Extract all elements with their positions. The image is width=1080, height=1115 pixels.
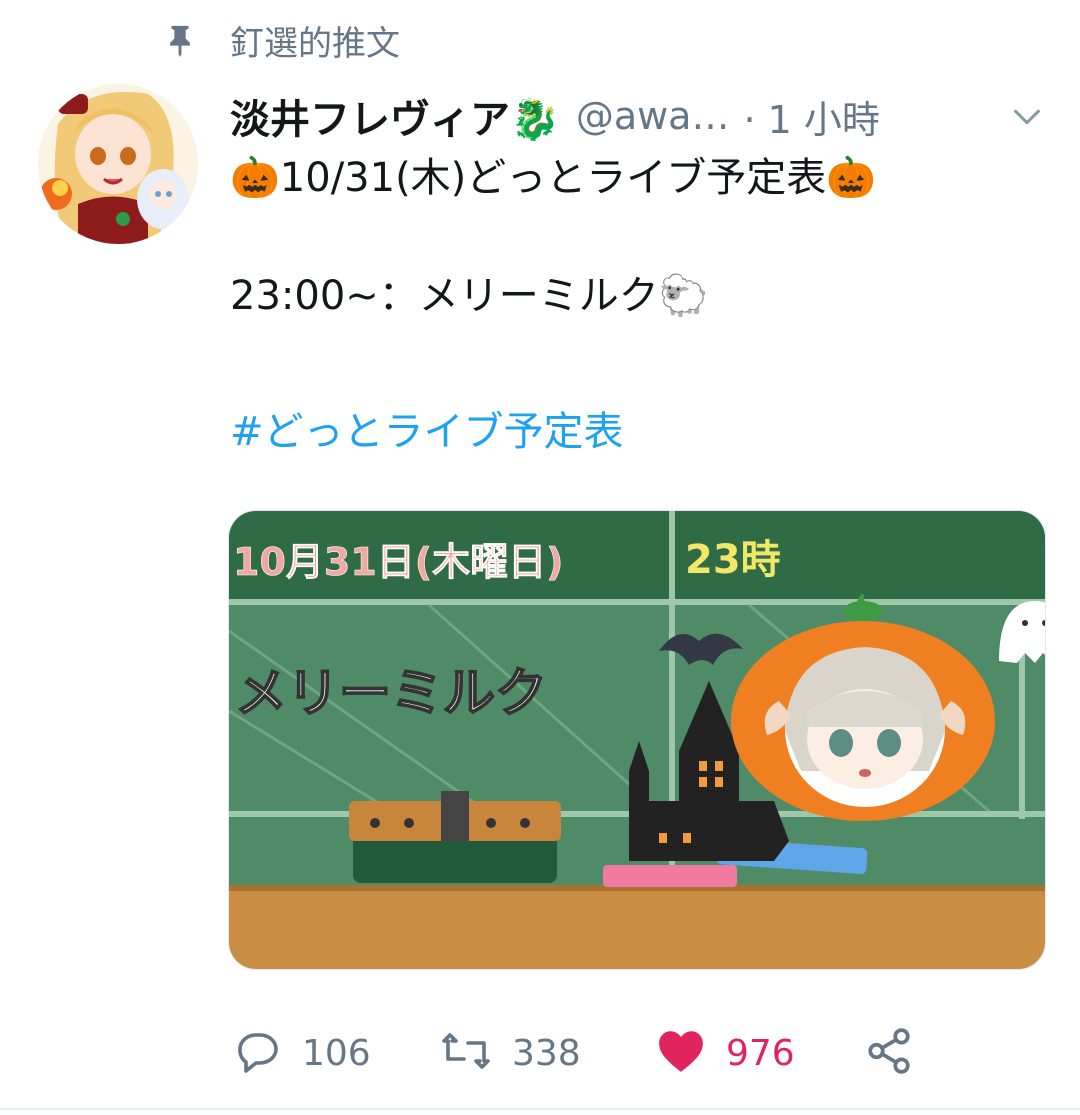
- hashtag-link[interactable]: #どっとライブ予定表: [230, 404, 1050, 460]
- tweet-text: 🎃10/31(木)どっとライブ予定表🎃 23:00~：メリーミルク🐑 #どっとラ…: [230, 150, 1050, 460]
- reply-count: 106: [302, 1032, 371, 1074]
- tweet-line-empty: [230, 206, 1050, 268]
- media-date-text: 10月31日(木曜日): [233, 540, 564, 584]
- author-handle[interactable]: @awa…: [576, 94, 730, 138]
- tweet-header: 淡井フレヴィア🐉 @awa… · 1 小時: [230, 86, 880, 146]
- heart-icon: [656, 1028, 706, 1078]
- share-icon: [864, 1026, 914, 1080]
- like-button[interactable]: 976: [656, 1020, 795, 1086]
- pinned-label: 釘選的推文: [230, 23, 400, 64]
- tweet-line: 23:00~：メリーミルク🐑: [230, 273, 709, 319]
- like-count: 976: [726, 1032, 795, 1074]
- reply-icon: [234, 1027, 282, 1079]
- tweet-media-image[interactable]: 10月31日(木曜日) 23時 メリーミルク: [228, 510, 1046, 970]
- tweet-line-empty: [230, 324, 1050, 404]
- pinned-tweet-header: 釘選的推文: [160, 14, 400, 66]
- avatar[interactable]: [38, 84, 198, 244]
- tweet-line: 🎃10/31(木)どっとライブ予定表🎃: [230, 155, 877, 201]
- retweet-count: 338: [512, 1032, 581, 1074]
- pin-icon: [160, 20, 200, 60]
- share-button[interactable]: [864, 1020, 914, 1086]
- media-time-text: 23時: [685, 537, 781, 583]
- tweet-actions: 106 338 976: [228, 1020, 928, 1086]
- chevron-down-icon[interactable]: [1010, 100, 1044, 134]
- retweet-icon: [440, 1027, 492, 1079]
- retweet-button[interactable]: 338: [440, 1020, 581, 1086]
- reply-button[interactable]: 106: [234, 1020, 371, 1086]
- media-title-text: メリーミルク: [235, 664, 547, 724]
- divider: [0, 1108, 1080, 1110]
- author-name[interactable]: 淡井フレヴィア🐉: [230, 87, 560, 145]
- tweet-time[interactable]: · 1 小時: [743, 89, 879, 144]
